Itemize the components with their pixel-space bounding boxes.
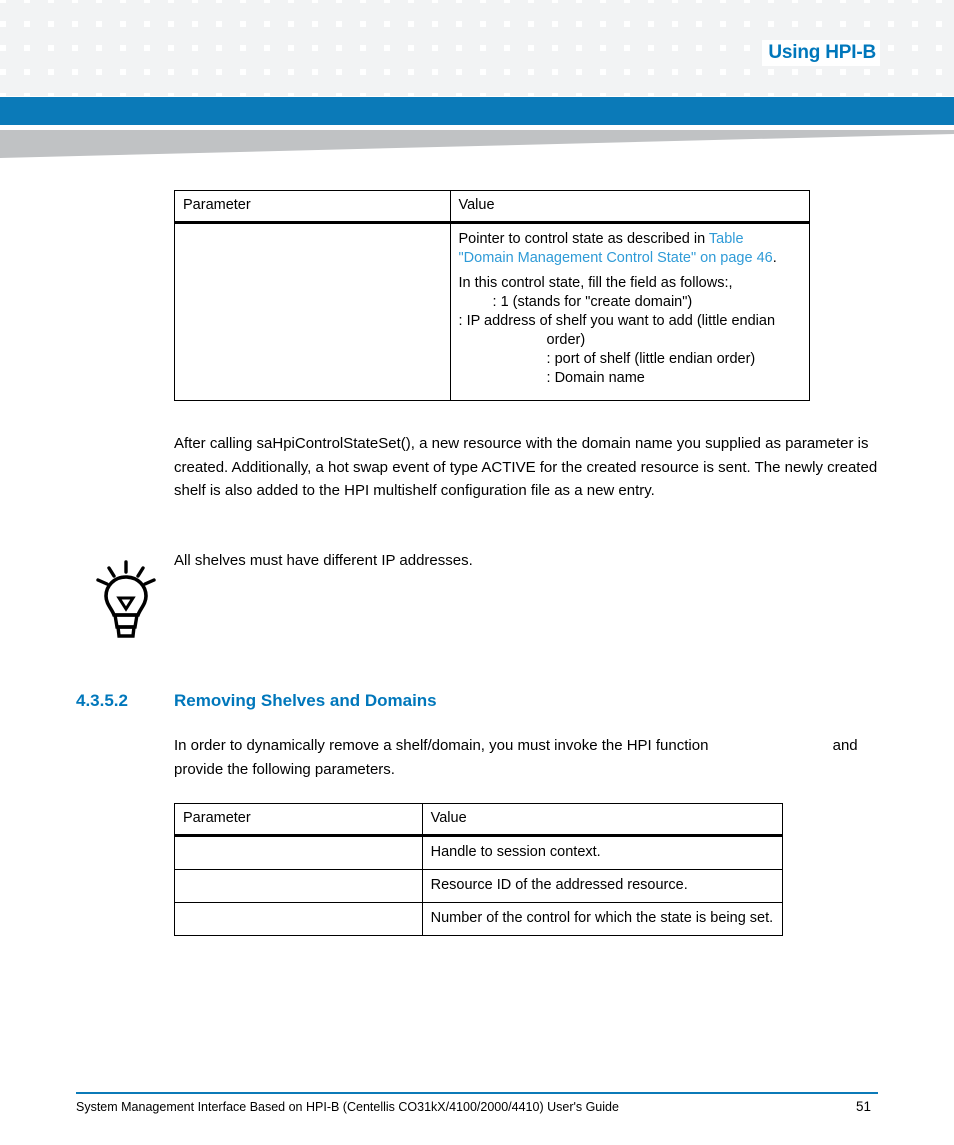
value-text-before: Pointer to control state as described in	[458, 231, 709, 247]
page-header-title: Using HPI-B	[762, 40, 880, 66]
footer-document-title: System Management Interface Based on HPI…	[76, 1100, 619, 1114]
table-row: Resource ID of the addressed resource.	[174, 869, 784, 903]
section-title: Removing Shelves and Domains	[174, 691, 437, 710]
lightbulb-icon	[95, 560, 157, 638]
table2-cell-parameter	[174, 902, 423, 936]
parameter-value-table-1: Parameter Value Pointer to control state…	[174, 190, 811, 401]
paragraph-remove-shelf: In order to dynamically remove a shelf/d…	[174, 734, 890, 781]
value-line: : port of shelf (little endian order)	[546, 351, 756, 367]
table-row: Pointer to control state as described in…	[174, 222, 811, 401]
section-number: 4.3.5.2	[76, 691, 128, 710]
paragraph-after-calling: After calling saHpiControlStateSet(), a …	[174, 435, 878, 499]
header-blue-bar	[0, 97, 954, 125]
value-line: : Domain name	[546, 370, 645, 386]
tip-note-text: All shelves must have different IP addre…	[174, 552, 473, 569]
table2-cell-parameter	[174, 869, 423, 903]
table1-cell-value: Pointer to control state as described in…	[449, 222, 811, 401]
paragraph-line-1: In order to dynamically remove a shelf/d…	[174, 737, 709, 754]
value-line: : 1 (stands for "create domain")	[492, 294, 693, 310]
table2-cell-parameter	[174, 835, 423, 870]
table1-col-value: Value	[449, 190, 811, 224]
value-text-after: .	[772, 250, 777, 266]
table2-cell-value: Resource ID of the addressed resource.	[421, 869, 784, 903]
footer-rule	[76, 1092, 878, 1094]
table2-col-parameter: Parameter	[174, 803, 423, 837]
value-line: : IP address of shelf you want to add (l…	[458, 313, 776, 348]
table2-cell-value: Handle to session context.	[421, 835, 784, 870]
table1-cell-parameter	[174, 222, 451, 401]
footer-page-number: 51	[856, 1099, 872, 1114]
table-row: Number of the control for which the stat…	[174, 902, 784, 936]
table-row: Handle to session context.	[174, 835, 784, 870]
table2-col-value: Value	[421, 803, 784, 837]
table-header-row: Parameter Value	[174, 803, 784, 837]
table-header-row: Parameter Value	[174, 190, 811, 224]
table1-col-parameter: Parameter	[174, 190, 451, 224]
table2-cell-value: Number of the control for which the stat…	[421, 902, 784, 936]
value-line: Pointer to control state as described in…	[459, 230, 801, 268]
parameter-value-table-2: Parameter Value Handle to session contex…	[174, 803, 784, 936]
header-gray-swoosh	[0, 130, 954, 160]
value-line: In this control state, fill the field as…	[458, 275, 733, 291]
